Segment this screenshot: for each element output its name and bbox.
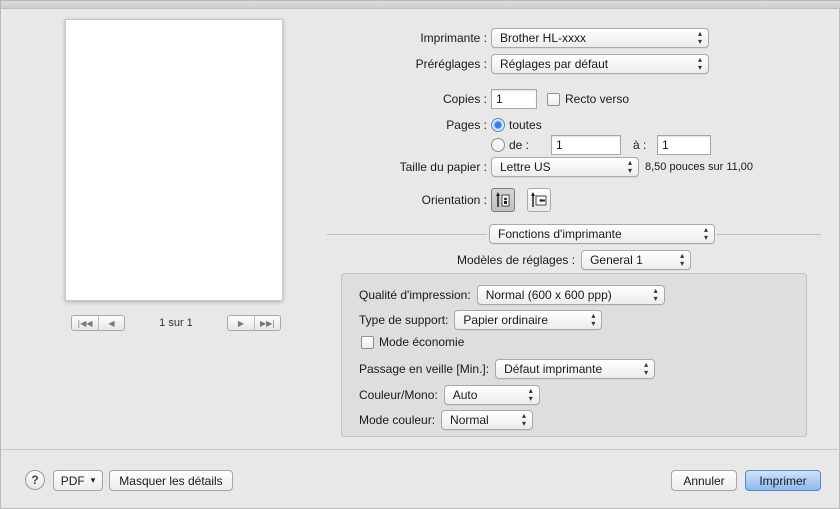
last-page-button[interactable]: ▶▶| bbox=[253, 316, 280, 330]
hide-details-button[interactable]: Masquer les détails bbox=[109, 470, 233, 491]
paper-size-value: Lettre US bbox=[500, 160, 551, 174]
presets-label: Préréglages : bbox=[415, 57, 487, 71]
pager-forward-group: ▶ ▶▶| bbox=[226, 315, 281, 331]
pdf-menu-button[interactable]: PDF ▾ bbox=[53, 470, 103, 491]
quality-value: Normal (600 x 600 ppp) bbox=[485, 288, 612, 302]
media-value: Papier ordinaire bbox=[463, 313, 549, 327]
duplex-checkbox[interactable] bbox=[547, 92, 560, 106]
paper-dimensions: 8,50 pouces sur 11,00 bbox=[645, 161, 754, 173]
color-mode-value: Normal bbox=[450, 413, 489, 427]
pages-all-label: toutes bbox=[509, 118, 542, 132]
pages-range-row: de : 1 à : 1 bbox=[491, 135, 711, 155]
color-mode-select[interactable]: Normal ▴ ▾ bbox=[441, 410, 534, 430]
printer-select[interactable]: Brother HL-xxxx ▴ ▾ bbox=[491, 28, 709, 48]
window-titlebar bbox=[1, 1, 840, 9]
updown-chevron-icon: ▴ ▾ bbox=[528, 386, 533, 403]
presets-value: Réglages par défaut bbox=[500, 57, 609, 71]
updown-chevron-icon: ▴ ▾ bbox=[653, 286, 658, 303]
help-icon[interactable]: ? bbox=[25, 470, 45, 490]
chevron-down-icon: ▾ bbox=[90, 475, 96, 486]
media-label: Type de support: bbox=[359, 313, 449, 327]
sleep-value: Défaut imprimante bbox=[504, 362, 603, 376]
section-separator-right bbox=[717, 234, 821, 235]
duplex-label: Recto verso bbox=[565, 92, 630, 106]
updown-chevron-icon: ▴ ▾ bbox=[627, 158, 632, 175]
copies-label: Copies : bbox=[442, 92, 487, 106]
quality-label: Qualité d'impression: bbox=[359, 288, 471, 302]
sleep-select[interactable]: Défaut imprimante ▴ ▾ bbox=[495, 359, 656, 379]
section-row: Fonctions d'imprimante ▴ ▾ bbox=[489, 224, 715, 244]
color-mono-value: Auto bbox=[452, 388, 478, 402]
section-separator-left bbox=[327, 234, 487, 235]
color-mono-row: Couleur/Mono: Auto ▴ ▾ bbox=[359, 385, 540, 405]
quality-select[interactable]: Normal (600 x 600 ppp) ▴ ▾ bbox=[476, 285, 665, 305]
page-preview bbox=[65, 19, 283, 301]
pages-all-row: Pages : toutes bbox=[439, 118, 542, 132]
orientation-label: Orientation : bbox=[421, 193, 487, 207]
media-select[interactable]: Papier ordinaire ▴ ▾ bbox=[454, 310, 603, 330]
section-value: Fonctions d'imprimante bbox=[498, 227, 622, 241]
pages-range-radio[interactable] bbox=[491, 138, 505, 152]
paper-size-select[interactable]: Lettre US ▴ ▾ bbox=[491, 157, 639, 177]
model-settings-select[interactable]: General 1 ▴ ▾ bbox=[581, 250, 692, 270]
portrait-orientation-icon[interactable] bbox=[491, 188, 515, 212]
printer-value: Brother HL-xxxx bbox=[500, 31, 587, 45]
pages-to-input[interactable]: 1 bbox=[657, 135, 711, 155]
updown-chevron-icon: ▴ ▾ bbox=[591, 311, 596, 328]
pdf-button-label: PDF bbox=[60, 473, 85, 488]
landscape-orientation-icon bbox=[531, 192, 547, 207]
copies-row: Copies : 1 Recto verso bbox=[439, 89, 629, 109]
color-mono-label: Couleur/Mono: bbox=[359, 388, 438, 402]
next-page-button[interactable]: ▶ bbox=[228, 316, 254, 330]
footer-separator bbox=[1, 449, 840, 450]
model-settings-row: Modèles de réglages : General 1 ▴ ▾ bbox=[457, 250, 692, 270]
economy-row: Mode économie bbox=[361, 335, 464, 349]
preview-pager: |◀◀ ◀ 1 sur 1 ▶ ▶▶| bbox=[71, 313, 281, 333]
print-dialog: |◀◀ ◀ 1 sur 1 ▶ ▶▶| Imprimante : Brother… bbox=[0, 0, 840, 509]
section-select[interactable]: Fonctions d'imprimante ▴ ▾ bbox=[489, 224, 715, 244]
color-mono-select[interactable]: Auto ▴ ▾ bbox=[443, 385, 540, 405]
updown-chevron-icon: ▴ ▾ bbox=[644, 360, 649, 377]
media-row: Type de support: Papier ordinaire ▴ ▾ bbox=[359, 310, 603, 330]
previous-page-button[interactable]: ◀ bbox=[98, 316, 124, 330]
pages-label: Pages : bbox=[446, 118, 487, 132]
presets-row: Préréglages : Réglages par défaut ▴ ▾ bbox=[399, 54, 709, 74]
page-indicator: 1 sur 1 bbox=[159, 317, 193, 329]
color-mode-label: Mode couleur: bbox=[359, 413, 436, 427]
portrait-orientation-icon bbox=[496, 192, 510, 207]
updown-chevron-icon: ▴ ▾ bbox=[522, 411, 527, 428]
color-mode-row: Mode couleur: Normal ▴ ▾ bbox=[359, 410, 534, 430]
printer-row: Imprimante : Brother HL-xxxx ▴ ▾ bbox=[411, 28, 709, 48]
paper-size-label: Taille du papier : bbox=[399, 160, 487, 174]
updown-chevron-icon: ▴ ▾ bbox=[697, 29, 702, 46]
pages-to-label: à : bbox=[633, 138, 647, 152]
landscape-orientation-icon[interactable] bbox=[527, 188, 551, 212]
pager-back-group: |◀◀ ◀ bbox=[71, 315, 125, 331]
economy-checkbox[interactable] bbox=[361, 335, 374, 349]
paper-size-row: Taille du papier : Lettre US ▴ ▾ 8,50 pou… bbox=[375, 157, 753, 177]
economy-label: Mode économie bbox=[379, 335, 465, 349]
copies-input[interactable]: 1 bbox=[491, 89, 537, 109]
printer-label: Imprimante : bbox=[420, 31, 487, 45]
pages-from-label: de : bbox=[509, 138, 530, 152]
orientation-row: Orientation : bbox=[407, 188, 563, 212]
sleep-label: Passage en veille [Min.]: bbox=[359, 362, 490, 376]
updown-chevron-icon: ▴ ▾ bbox=[697, 55, 702, 72]
model-settings-label: Modèles de réglages : bbox=[457, 253, 576, 267]
model-settings-value: General 1 bbox=[590, 253, 643, 267]
cancel-button[interactable]: Annuler bbox=[671, 470, 737, 491]
pages-from-input[interactable]: 1 bbox=[551, 135, 621, 155]
quality-row: Qualité d'impression: Normal (600 x 600 … bbox=[359, 285, 665, 305]
sleep-row: Passage en veille [Min.]: Défaut imprima… bbox=[359, 359, 656, 379]
presets-select[interactable]: Réglages par défaut ▴ ▾ bbox=[491, 54, 709, 74]
updown-chevron-icon: ▴ ▾ bbox=[680, 251, 685, 268]
pages-all-radio[interactable] bbox=[491, 118, 505, 132]
print-button[interactable]: Imprimer bbox=[745, 470, 821, 491]
first-page-button[interactable]: |◀◀ bbox=[72, 316, 98, 330]
updown-chevron-icon: ▴ ▾ bbox=[703, 225, 708, 242]
